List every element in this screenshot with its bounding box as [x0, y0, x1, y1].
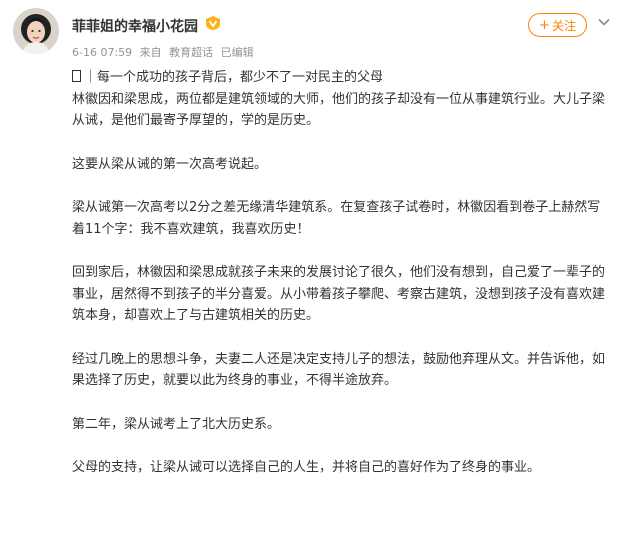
- post-meta: 6-16 07:59 来自 教育超话 已编辑: [72, 44, 258, 60]
- weibo-post-card: 菲菲姐的幸福小花园 6-16 07:59 来自 教育超话 已编辑 + 关注 ｜每…: [0, 0, 621, 534]
- follow-button[interactable]: + 关注: [528, 13, 587, 37]
- post-paragraph: 经过几晚上的思想斗争，夫妻二人还是决定支持儿子的想法，鼓励他弃理从文。并告诉他，…: [72, 351, 606, 389]
- post-paragraph: 第二年，梁从诫考上了北大历史系。: [72, 416, 281, 432]
- author-name[interactable]: 菲菲姐的幸福小花园: [72, 16, 198, 36]
- vip-badge-icon: [206, 16, 220, 30]
- post-time[interactable]: 6-16 07:59: [72, 46, 132, 59]
- avatar-image: [13, 8, 59, 54]
- source-prefix: 来自: [139, 46, 162, 59]
- edited-label: 已编辑: [220, 46, 254, 59]
- post-paragraph: ｜每一个成功的孩子背后，都少不了一对民主的父母: [72, 67, 612, 89]
- post-paragraph: 回到家后，林徽因和梁思成就孩子未来的发展讨论了很久，他们没有想到，自己爱了一辈子…: [72, 265, 606, 323]
- post-paragraph: 父母的支持，让梁从诫可以选择自己的人生，并将自己的喜好作为了终身的事业。: [72, 460, 541, 475]
- missing-glyph-icon: [72, 70, 81, 82]
- follow-label: 关注: [551, 18, 576, 33]
- post-paragraph: 林徽因和梁思成，两位都是建筑领域的大师，他们的孩子却没有一位从事建筑行业。大儿子…: [72, 91, 606, 129]
- avatar[interactable]: [13, 8, 59, 54]
- post-source[interactable]: 教育超话: [169, 46, 213, 59]
- post-paragraph: 这要从梁从诫的第一次高考说起。: [72, 156, 268, 172]
- post-paragraph: 梁从诫第一次高考以2分之差无缘清华建筑系。在复查孩子试卷时，林徽因看到卷子上赫然…: [72, 200, 601, 237]
- chevron-down-icon[interactable]: [597, 15, 611, 29]
- plus-icon: +: [539, 17, 550, 33]
- post-content: ｜每一个成功的孩子背后，都少不了一对民主的父母 林徽因和梁思成，两位都是建筑领域…: [72, 67, 612, 479]
